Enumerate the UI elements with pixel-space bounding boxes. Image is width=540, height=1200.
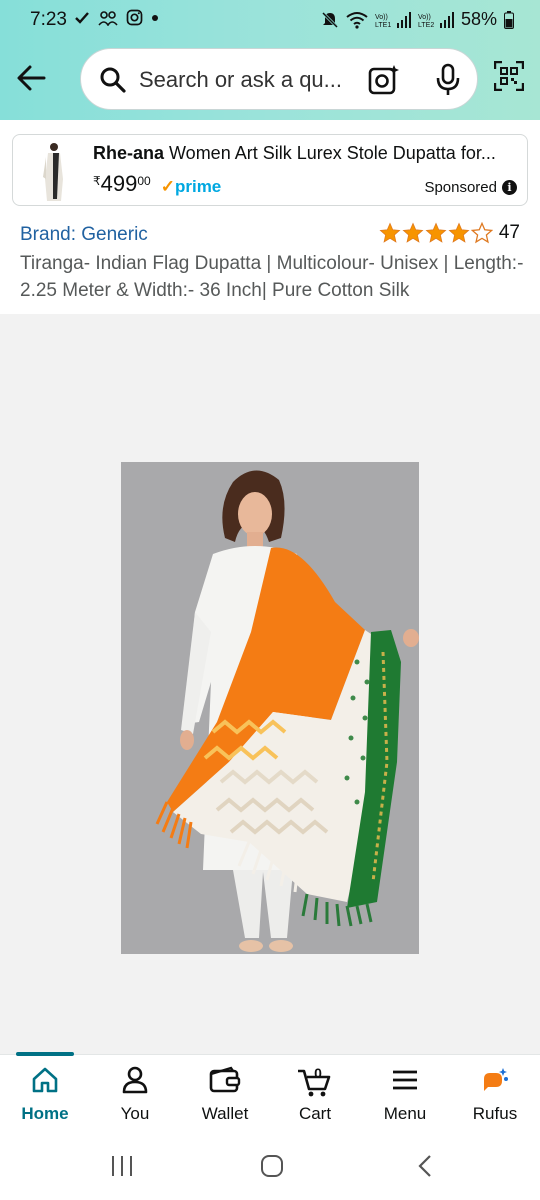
status-time: 7:23 xyxy=(30,9,67,30)
svg-text:Vo)): Vo)) xyxy=(418,14,431,21)
battery-icon xyxy=(504,10,514,29)
nav-menu[interactable]: Menu xyxy=(360,1055,450,1135)
product-image[interactable] xyxy=(121,462,419,954)
sponsored-price: ₹ 499 00 ✓prime xyxy=(93,171,221,197)
nav-you[interactable]: You xyxy=(90,1055,180,1135)
camera-lens-icon[interactable] xyxy=(367,63,401,97)
person-icon xyxy=(122,1066,148,1094)
star-full-icon xyxy=(379,222,401,243)
sponsored-product-thumbnail xyxy=(33,139,73,203)
brand-link[interactable]: Brand: Generic xyxy=(20,224,148,246)
sponsored-ad-banner[interactable]: Rhe-ana Women Art Silk Lurex Stole Dupat… xyxy=(12,134,528,206)
back-button-icon[interactable] xyxy=(414,1154,436,1178)
nav-menu-label: Menu xyxy=(383,1104,427,1123)
microphone-icon[interactable] xyxy=(433,63,463,97)
nav-rufus[interactable]: Rufus xyxy=(450,1055,540,1135)
sponsored-label[interactable]: Sponsored i xyxy=(424,179,517,196)
search-input[interactable]: Search or ask a qu... xyxy=(139,67,342,93)
signal-lte2-icon: Vo))LTE2 xyxy=(418,11,454,29)
nav-wallet-label: Wallet xyxy=(201,1104,249,1123)
star-empty-icon xyxy=(470,222,493,244)
rating-count: 47 xyxy=(498,222,520,243)
menu-icon xyxy=(393,1070,417,1090)
nav-home[interactable]: Home xyxy=(0,1055,90,1135)
cart-count: 0 xyxy=(314,1065,322,1081)
nav-you-label: You xyxy=(120,1104,150,1123)
home-icon xyxy=(32,1067,58,1093)
instagram-icon xyxy=(126,9,143,26)
svg-text:Vo)): Vo)) xyxy=(375,14,388,21)
sponsored-title: Women Art Silk Lurex Stole Dupatta for..… xyxy=(164,143,496,163)
star-full-icon xyxy=(448,222,470,243)
star-full-icon xyxy=(402,222,424,243)
nav-rufus-label: Rufus xyxy=(472,1104,518,1123)
signal-lte1-icon: Vo))LTE1 xyxy=(375,11,411,29)
star-full-icon xyxy=(425,222,447,243)
battery-percent: 58% xyxy=(460,9,497,29)
nav-wallet[interactable]: Wallet xyxy=(180,1055,270,1135)
dot-icon xyxy=(152,14,158,21)
nav-cart-label: Cart xyxy=(298,1104,332,1123)
wifi-icon xyxy=(346,11,368,29)
sponsored-brand: Rhe-ana xyxy=(93,143,165,163)
cart-icon: 0 xyxy=(298,1065,331,1097)
star-rating xyxy=(379,222,493,244)
bottom-navigation: Home You Wallet 0 Cart Menu Rufus xyxy=(0,1052,540,1135)
search-bar[interactable]: Search or ask a qu... xyxy=(80,48,478,110)
mute-icon xyxy=(321,11,339,28)
nav-home-label: Home xyxy=(21,1104,69,1123)
recent-apps-icon[interactable] xyxy=(110,1154,134,1178)
price-currency: ₹ xyxy=(93,174,101,188)
product-title: Tiranga- Indian Flag Dupatta | Multicolo… xyxy=(20,253,524,301)
svg-text:LTE1: LTE1 xyxy=(375,22,391,29)
qr-scan-icon[interactable] xyxy=(494,61,524,91)
svg-text:LTE2: LTE2 xyxy=(418,22,434,29)
product-image-gallery[interactable] xyxy=(0,314,540,1054)
prime-badge: ✓prime xyxy=(160,177,222,196)
search-icon xyxy=(100,67,126,93)
nav-cart[interactable]: 0 Cart xyxy=(270,1055,360,1135)
android-navigation-bar xyxy=(0,1134,540,1200)
price-fraction: 00 xyxy=(137,174,151,188)
status-bar: 7:23 Vo)) LTE1 Vo)) LTE2 58% xyxy=(0,0,540,40)
info-icon: i xyxy=(502,180,517,195)
rating-summary[interactable]: 47 xyxy=(379,222,520,244)
check-icon xyxy=(75,11,89,24)
header: 7:23 Vo)) LTE1 Vo)) LTE2 58% Search or ask… xyxy=(0,0,540,120)
back-arrow-icon[interactable] xyxy=(14,60,50,96)
price-whole: 499 xyxy=(100,171,138,196)
wallet-icon xyxy=(209,1066,241,1093)
prime-check-icon: ✓ xyxy=(160,177,175,196)
rufus-icon xyxy=(484,1068,508,1091)
home-button-icon[interactable] xyxy=(259,1153,285,1179)
people-icon xyxy=(98,10,118,26)
